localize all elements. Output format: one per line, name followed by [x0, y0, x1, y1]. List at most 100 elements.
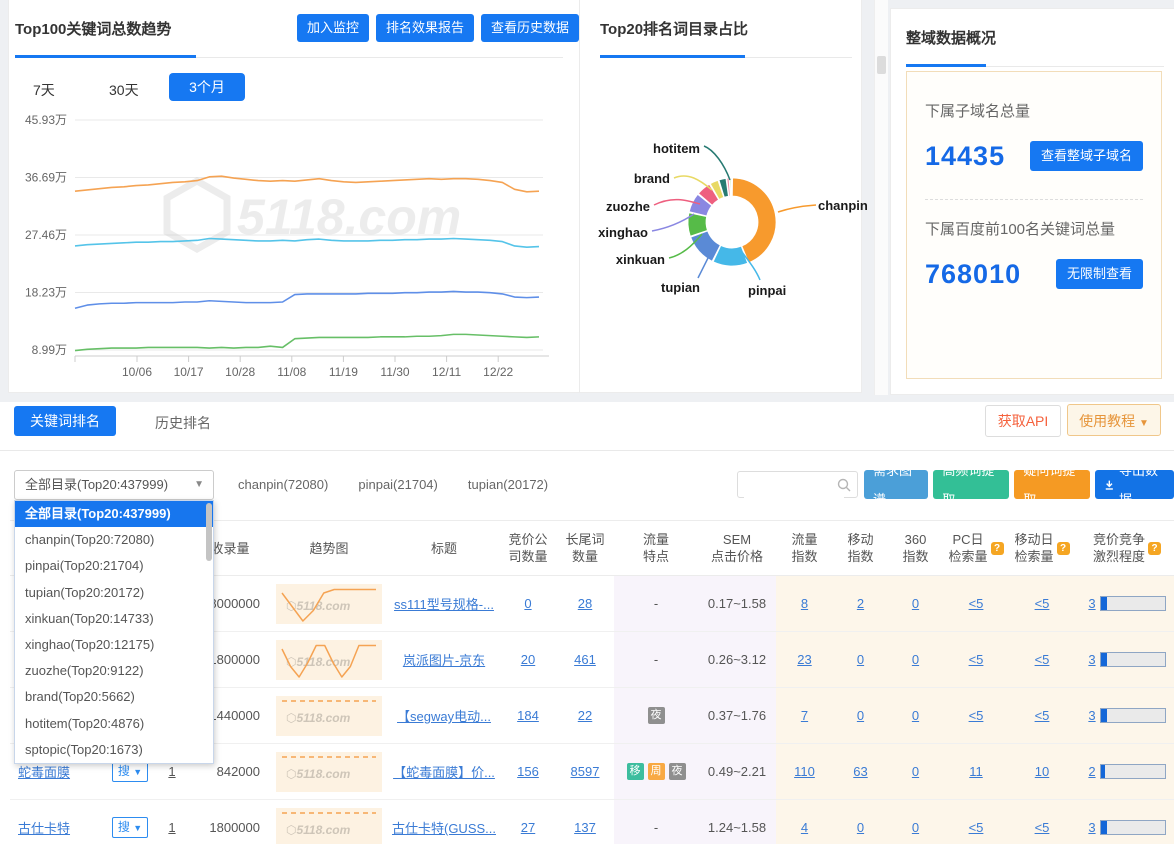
title-link[interactable]: 古仕卡特(GUSS... [392, 818, 496, 837]
quick-link-1[interactable]: pinpai(21704) [358, 477, 438, 492]
overview-stats-box: 下属子域名总量 14435 查看整域子域名 下属百度前100名关键词总量 768… [906, 71, 1162, 379]
value-link[interactable]: 0 [857, 652, 864, 667]
chevron-down-icon: ▼ [194, 471, 204, 499]
value-link[interactable]: 2 [857, 596, 864, 611]
ranking-report-button[interactable]: 排名效果报告 [376, 14, 474, 42]
panel-scrollbar[interactable] [874, 0, 888, 395]
help-icon[interactable]: ? [1148, 542, 1161, 555]
value-link[interactable]: <5 [1035, 652, 1050, 667]
value-link[interactable]: 0 [524, 596, 531, 611]
dropdown-item-1[interactable]: chanpin(Top20:72080) [15, 527, 213, 553]
value-link[interactable]: <5 [969, 596, 984, 611]
competition-link[interactable]: 3 [1088, 596, 1095, 611]
search-keyword-button[interactable]: 搜 ▼ [112, 817, 148, 838]
value-link[interactable]: 0 [857, 708, 864, 723]
competition-link[interactable]: 3 [1088, 820, 1095, 835]
directory-select[interactable]: 全部目录(Top20:437999) ▼ [14, 470, 214, 500]
competition-link[interactable]: 3 [1088, 652, 1095, 667]
value-link[interactable]: <5 [969, 820, 984, 835]
dropdown-item-2[interactable]: pinpai(Top20:21704) [15, 553, 213, 579]
sem-price: 0.26~3.12 [708, 652, 766, 667]
value-link[interactable]: <5 [1035, 596, 1050, 611]
value-link[interactable]: 8 [801, 596, 808, 611]
value-link[interactable]: 137 [574, 820, 596, 835]
search-icon[interactable] [836, 477, 852, 493]
value-link[interactable]: 0 [857, 820, 864, 835]
value-link[interactable]: 7 [801, 708, 808, 723]
range-tab-30d[interactable]: 30天 [109, 80, 139, 100]
dropdown-item-4[interactable]: xinkuan(Top20:14733) [15, 606, 213, 632]
unlimited-view-button[interactable]: 无限制查看 [1056, 259, 1143, 289]
keyword-link[interactable]: 古仕卡特 [18, 818, 70, 837]
tutorial-button[interactable]: 使用教程 ▼ [1067, 404, 1161, 436]
tab-keyword-ranking[interactable]: 关键词排名 [14, 406, 116, 436]
dropdown-item-9[interactable]: sptopic(Top20:1673) [15, 737, 213, 763]
value-link[interactable]: <5 [1035, 708, 1050, 723]
value-link[interactable]: 461 [574, 652, 596, 667]
dropdown-item-5[interactable]: xinghao(Top20:12175) [15, 632, 213, 658]
title-link[interactable]: 【蛇毒面膜】价... [393, 762, 495, 781]
value-link[interactable]: <5 [1035, 820, 1050, 835]
value-link[interactable]: 22 [578, 708, 592, 723]
value-link[interactable]: 23 [797, 652, 811, 667]
help-icon[interactable]: ? [991, 542, 1004, 555]
header-cell-spark: 趋势图 [270, 521, 388, 575]
quick-link-0[interactable]: chanpin(72080) [238, 477, 328, 492]
search-input[interactable] [744, 473, 844, 498]
cell-competition: 3 [1075, 632, 1174, 687]
tab-history-ranking[interactable]: 历史排名 [155, 413, 211, 433]
search-keyword-button[interactable]: 搜 ▼ [112, 761, 148, 782]
cell-mobile_index: 63 [833, 744, 888, 799]
monitor-button[interactable]: 加入监控 [297, 14, 369, 42]
dropdown-item-3[interactable]: tupian(Top20:20172) [15, 580, 213, 606]
value-link[interactable]: 28 [578, 596, 592, 611]
value-link[interactable]: 63 [853, 764, 867, 779]
dropdown-item-6[interactable]: zuozhe(Top20:9122) [15, 658, 213, 684]
svg-text:10/17: 10/17 [174, 365, 204, 379]
value-link[interactable]: 10 [1035, 764, 1049, 779]
value-link[interactable]: 8597 [571, 764, 600, 779]
get-api-button[interactable]: 获取API [985, 405, 1061, 437]
value-link[interactable]: 20 [521, 652, 535, 667]
value-link[interactable]: <5 [969, 652, 984, 667]
keyword-link[interactable]: 蛇毒面膜 [18, 762, 70, 781]
dropdown-item-0[interactable]: 全部目录(Top20:437999) [15, 501, 213, 527]
value-link[interactable]: 0 [912, 652, 919, 667]
range-tab-3m[interactable]: 3个月 [169, 73, 245, 101]
value-link[interactable]: 184 [517, 708, 539, 723]
cell-spark: ⬡5118.com [270, 632, 388, 687]
competition-link[interactable]: 2 [1088, 764, 1095, 779]
cell-bid_companies: 0 [500, 576, 556, 631]
dropdown-item-7[interactable]: brand(Top20:5662) [15, 684, 213, 710]
value-link[interactable]: 0 [912, 820, 919, 835]
keyword-total-label: 下属百度前100名关键词总量 [925, 218, 1143, 239]
value-link[interactable]: 0 [912, 764, 919, 779]
dropdown-scrollbar-thumb[interactable] [206, 503, 212, 561]
export-data-button[interactable]: 导出数据 [1095, 470, 1174, 499]
value-link[interactable]: 156 [517, 764, 539, 779]
value-link[interactable]: 110 [794, 764, 815, 779]
range-tab-7d[interactable]: 7天 [33, 80, 55, 100]
competition-link[interactable]: 3 [1088, 708, 1095, 723]
question-extract-button[interactable]: 疑问词提取 [1014, 470, 1090, 499]
value-link[interactable]: 27 [521, 820, 535, 835]
value-link[interactable]: 0 [912, 596, 919, 611]
traffic-badge: 夜 [648, 707, 665, 724]
title-link[interactable]: 岚派图片-京东 [403, 650, 485, 669]
view-subdomains-button[interactable]: 查看整域子域名 [1030, 141, 1143, 171]
value-link[interactable]: 0 [912, 708, 919, 723]
title-link[interactable]: 【segway电动... [397, 706, 491, 725]
quick-link-2[interactable]: tupian(20172) [468, 477, 548, 492]
demand-map-button[interactable]: 需求图谱 [864, 470, 928, 499]
donut-slice-small-10[interactable] [731, 178, 732, 196]
title-link[interactable]: ss111型号规格-... [394, 594, 494, 613]
history-data-button[interactable]: 查看历史数据 [481, 14, 579, 42]
value-link[interactable]: 11 [969, 764, 983, 779]
value-link[interactable]: <5 [969, 708, 984, 723]
dropdown-item-8[interactable]: hotitem(Top20:4876) [15, 711, 213, 737]
value-link[interactable]: 4 [801, 820, 808, 835]
help-icon[interactable]: ? [1057, 542, 1070, 555]
panel-scrollbar-thumb[interactable] [877, 56, 886, 74]
svg-text:5118.com: 5118.com [237, 189, 461, 245]
high-freq-extract-button[interactable]: 高频词提取 [933, 470, 1009, 499]
